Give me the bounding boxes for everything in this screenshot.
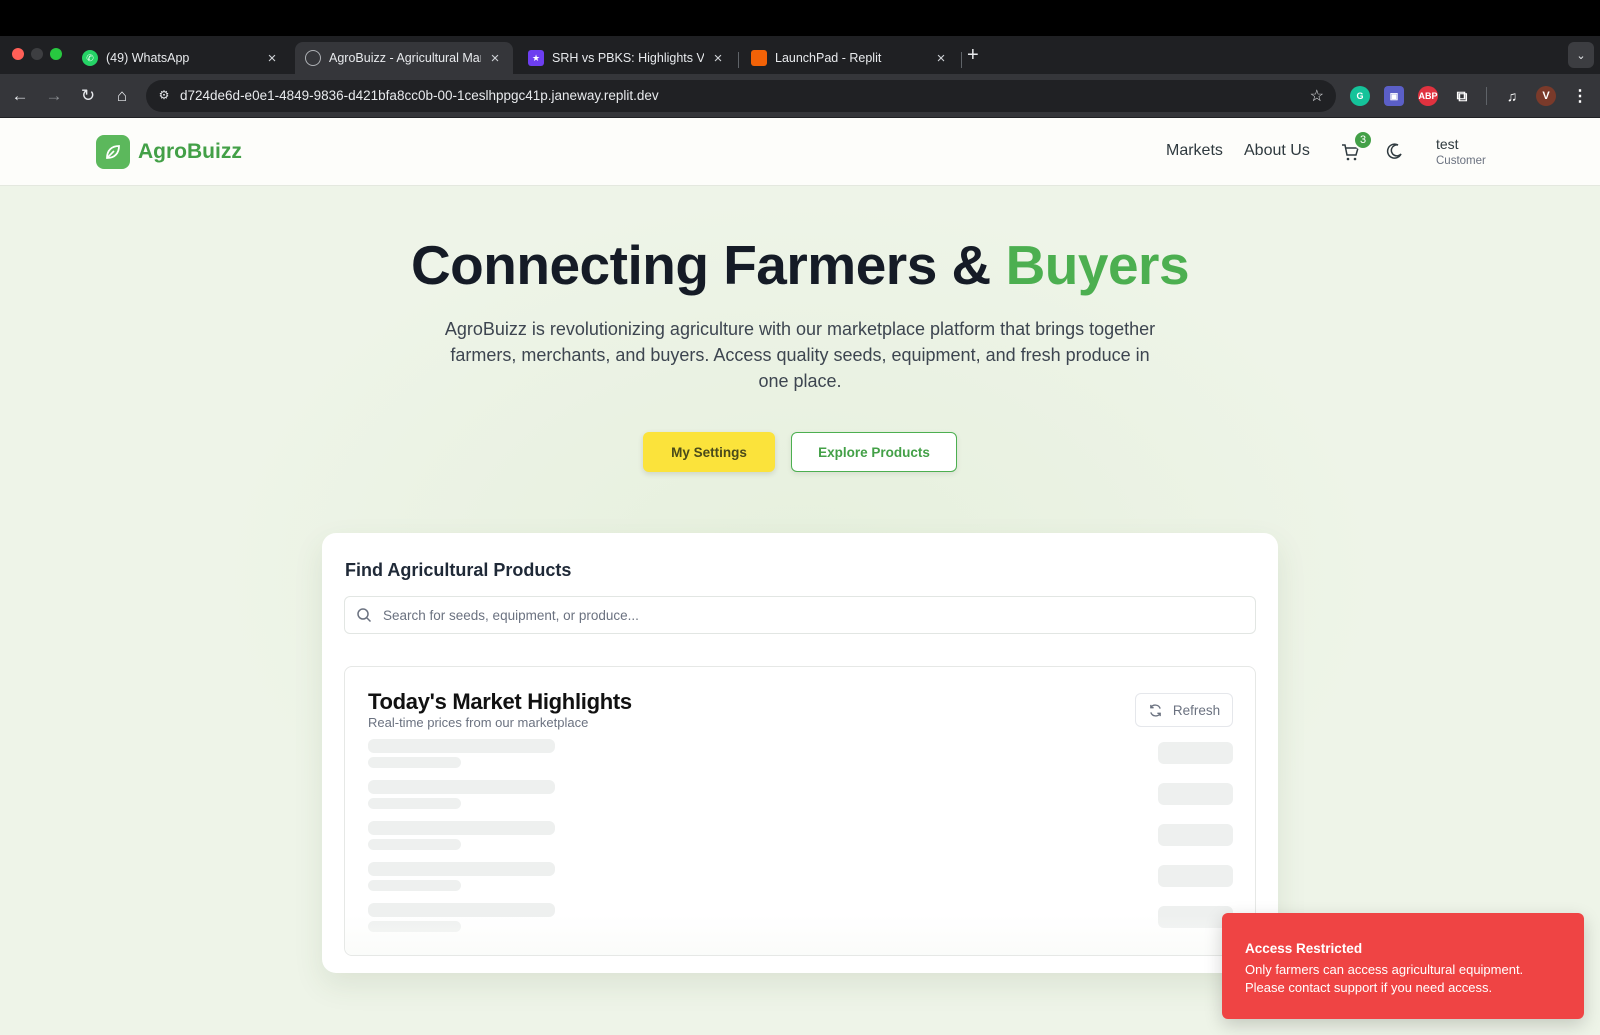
toolbar-separator [1486, 87, 1487, 105]
skeleton-price-bar [1158, 824, 1233, 846]
hero-title-main: Connecting Farmers & [410, 234, 1006, 296]
close-window-button[interactable] [12, 48, 24, 60]
browser-tab-srh-pbks[interactable]: ★ SRH vs PBKS: Highlights Vide × [518, 42, 736, 74]
skeleton-meta-bar [368, 798, 461, 809]
os-menu-bar [0, 0, 1600, 36]
product-search-input[interactable]: Search for seeds, equipment, or produce.… [344, 596, 1256, 634]
back-arrow-icon[interactable]: ← [8, 84, 32, 108]
whatsapp-icon: ✆ [82, 50, 98, 66]
site-settings-icon[interactable]: ⚙ [156, 88, 172, 104]
search-placeholder: Search for seeds, equipment, or produce.… [383, 608, 639, 623]
skeleton-name-bar [368, 780, 555, 794]
tab-title: AgroBuizz - Agricultural Mark [329, 51, 481, 65]
market-highlights-panel: Today's Market Highlights Real-time pric… [344, 666, 1256, 956]
browser-tab-agrobuizz[interactable]: AgroBuizz - Agricultural Mark × [295, 42, 513, 74]
video-site-icon: ★ [528, 50, 544, 66]
extensions-puzzle-icon[interactable]: ⧉ [1452, 86, 1472, 106]
finder-title: Find Agricultural Products [345, 560, 572, 580]
forward-arrow-icon[interactable]: → [42, 84, 66, 108]
replit-icon [751, 50, 767, 66]
nav-link-about-us[interactable]: About Us [1244, 142, 1310, 160]
skeleton-name-bar [368, 862, 555, 876]
skeleton-name-bar [368, 739, 555, 753]
address-bar[interactable]: ⚙ d724de6d-e0e1-4849-9836-d421bfa8cc0b-0… [146, 80, 1336, 112]
screen-capture-extension-icon[interactable]: ▣ [1384, 86, 1404, 106]
toast-message: Only farmers can access agricultural equ… [1245, 962, 1524, 995]
user-name[interactable]: test [1436, 136, 1459, 152]
tab-search-dropdown-icon[interactable]: ⌄ [1568, 42, 1594, 68]
grammarly-extension-icon[interactable]: G [1350, 86, 1370, 106]
close-tab-icon[interactable]: × [933, 50, 949, 67]
hero-subtitle: AgroBuizz is revolutionizing agriculture… [444, 319, 1156, 391]
page-viewport: AgroBuizz Markets About Us 3 test Custom… [0, 118, 1600, 1035]
refresh-icon [1150, 703, 1161, 717]
url-text[interactable]: d724de6d-e0e1-4849-9836-d421bfa8cc0b-00-… [180, 88, 659, 103]
tab-separator [738, 52, 739, 68]
media-controls-icon[interactable]: ♫ [1502, 86, 1522, 106]
browser-tab-whatsapp[interactable]: ✆ (49) WhatsApp × [72, 42, 290, 74]
refresh-label: Refresh [1172, 702, 1221, 718]
minimize-window-button[interactable] [31, 48, 43, 60]
cart-count-badge: 3 [1353, 130, 1373, 150]
moon-icon[interactable] [1386, 142, 1404, 160]
hero-title-accent: Buyers [1005, 234, 1190, 296]
skeleton-name-bar [368, 821, 555, 835]
brand-name[interactable]: AgroBuizz [138, 140, 242, 164]
new-tab-button[interactable]: + [967, 42, 979, 68]
skeleton-meta-bar [368, 839, 461, 850]
bookmark-star-icon[interactable]: ☆ [1310, 86, 1324, 106]
maximize-window-button[interactable] [50, 48, 62, 60]
skeleton-meta-bar [368, 757, 461, 768]
user-role: Customer [1436, 155, 1486, 167]
search-icon [356, 607, 372, 623]
explore-products-button[interactable]: Explore Products [791, 432, 957, 472]
tab-strip: ✆ (49) WhatsApp × AgroBuizz - Agricultur… [0, 36, 1600, 74]
close-tab-icon[interactable]: × [264, 50, 280, 67]
skeleton-meta-bar [368, 880, 461, 891]
skeleton-price-bar [1158, 783, 1233, 805]
refresh-button[interactable]: Refresh [1135, 693, 1233, 727]
toast-title: Access Restricted [1245, 941, 1363, 956]
globe-icon [305, 50, 321, 66]
skeleton-price-bar [1158, 865, 1233, 887]
tab-separator [961, 52, 962, 68]
browser-toolbar: ← → ↻ ⌂ ⚙ d724de6d-e0e1-4849-9836-d421bf… [0, 74, 1600, 118]
market-highlights-subtitle: Real-time prices from our marketplace [368, 715, 589, 730]
close-tab-icon[interactable]: × [487, 50, 503, 67]
market-highlights-title: Today's Market Highlights [368, 689, 632, 714]
browser-menu-icon[interactable]: ⋮ [1570, 86, 1590, 106]
adblock-extension-icon[interactable]: ABP [1418, 86, 1438, 106]
skeleton-price-bar [1158, 742, 1233, 764]
tab-title: SRH vs PBKS: Highlights Vide [552, 51, 704, 65]
browser-tab-replit[interactable]: LaunchPad - Replit × [741, 42, 959, 74]
profile-avatar[interactable]: V [1536, 86, 1556, 106]
my-settings-button[interactable]: My Settings [643, 432, 775, 472]
reload-icon[interactable]: ↻ [76, 84, 100, 108]
nav-link-markets[interactable]: Markets [1166, 142, 1223, 160]
hero-title: Connecting Farmers & Buyers [0, 233, 1600, 297]
error-toast[interactable]: Access Restricted Only farmers can acces… [1222, 913, 1584, 1019]
home-icon[interactable]: ⌂ [110, 84, 134, 108]
site-header: AgroBuizz Markets About Us 3 test Custom… [0, 118, 1600, 186]
panel-fade [345, 915, 1255, 955]
close-tab-icon[interactable]: × [710, 50, 726, 67]
leaf-logo-icon[interactable] [96, 135, 130, 169]
tab-title: LaunchPad - Replit [775, 51, 882, 65]
tab-title: (49) WhatsApp [106, 51, 190, 65]
product-finder-card: Find Agricultural Products Search for se… [322, 533, 1278, 973]
